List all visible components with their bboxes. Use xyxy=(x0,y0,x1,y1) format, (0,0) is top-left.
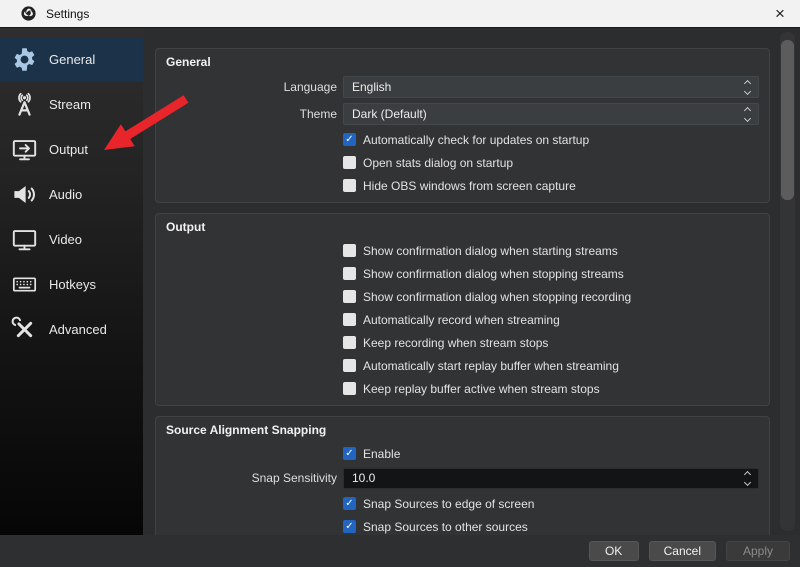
titlebar: Settings × xyxy=(0,0,800,28)
checkbox-row[interactable]: ✓ Enable xyxy=(343,445,759,462)
sidebar-item-output[interactable]: Output xyxy=(0,127,143,172)
dialog-footer: OK Cancel Apply xyxy=(0,535,800,567)
snap-sensitivity-row: Snap Sensitivity 10.0 xyxy=(166,467,759,489)
checkbox-row[interactable]: ✓ Snap Sources to edge of screen xyxy=(343,495,759,512)
sidebar-item-label: General xyxy=(49,52,95,67)
checkbox-label: Hide OBS windows from screen capture xyxy=(363,179,576,193)
output-checkbox-list: Show confirmation dialog when starting s… xyxy=(166,242,759,397)
checkbox-row[interactable]: Keep recording when stream stops xyxy=(343,334,759,351)
checkbox[interactable] xyxy=(343,382,356,395)
spinbox-spinner-icon[interactable] xyxy=(736,469,758,488)
combo-spinner-icon[interactable] xyxy=(736,104,758,124)
video-icon xyxy=(11,226,38,253)
panel-title-snapping: Source Alignment Snapping xyxy=(166,423,759,439)
sidebar-item-label: Video xyxy=(49,232,82,247)
language-row: Language English xyxy=(166,76,759,98)
checkbox[interactable]: ✓ xyxy=(343,497,356,510)
checkbox-label: Open stats dialog on startup xyxy=(363,156,513,170)
checkbox-row[interactable]: Show confirmation dialog when stopping r… xyxy=(343,288,759,305)
general-checkbox-list: ✓ Automatically check for updates on sta… xyxy=(166,131,759,194)
checkbox[interactable] xyxy=(343,156,356,169)
checkbox-label: Automatically check for updates on start… xyxy=(363,133,589,147)
window-title: Settings xyxy=(46,7,89,21)
checkbox-label: Show confirmation dialog when starting s… xyxy=(363,244,618,258)
checkbox-label: Snap Sources to other sources xyxy=(363,520,528,534)
theme-value: Dark (Default) xyxy=(344,107,736,121)
checkbox-label: Automatically record when streaming xyxy=(363,313,560,327)
sidebar-item-label: Hotkeys xyxy=(49,277,96,292)
checkbox[interactable] xyxy=(343,267,356,280)
general-panel: General Language English Theme Dark (Def… xyxy=(155,48,770,203)
checkbox-row[interactable]: Open stats dialog on startup xyxy=(343,154,759,171)
checkbox[interactable] xyxy=(343,313,356,326)
checkbox[interactable]: ✓ xyxy=(343,520,356,533)
checkbox-row[interactable]: Hide OBS windows from screen capture xyxy=(343,177,759,194)
language-select[interactable]: English xyxy=(343,76,759,98)
sidebar-item-video[interactable]: Video xyxy=(0,217,143,262)
checkbox[interactable] xyxy=(343,359,356,372)
checkbox-label: Snap Sources to edge of screen xyxy=(363,497,534,511)
theme-select[interactable]: Dark (Default) xyxy=(343,103,759,125)
checkbox-row[interactable]: ✓ Automatically check for updates on sta… xyxy=(343,131,759,148)
checkbox-label: Automatically start replay buffer when s… xyxy=(363,359,619,373)
snapping-enable-list: ✓ Enable xyxy=(166,445,759,462)
checkbox-row[interactable]: ✓ Snap Sources to other sources xyxy=(343,518,759,535)
settings-sidebar: General Stream Output Audio Video Hotkey… xyxy=(0,28,143,535)
checkbox-label: Keep replay buffer active when stream st… xyxy=(363,382,600,396)
checkbox-row[interactable]: Automatically start replay buffer when s… xyxy=(343,357,759,374)
apply-button[interactable]: Apply xyxy=(726,541,790,561)
language-value: English xyxy=(344,80,736,94)
sidebar-item-advanced[interactable]: Advanced xyxy=(0,307,143,352)
checkbox-label: Show confirmation dialog when stopping s… xyxy=(363,267,624,281)
cancel-button[interactable]: Cancel xyxy=(649,541,716,561)
checkbox-row[interactable]: Automatically record when streaming xyxy=(343,311,759,328)
snap-sensitivity-input[interactable]: 10.0 xyxy=(343,468,759,489)
snap-sensitivity-label: Snap Sensitivity xyxy=(166,471,337,485)
theme-label: Theme xyxy=(166,107,337,121)
sidebar-item-label: Advanced xyxy=(49,322,107,337)
theme-row: Theme Dark (Default) xyxy=(166,103,759,125)
settings-content: General Language English Theme Dark (Def… xyxy=(143,28,800,535)
advanced-icon xyxy=(11,316,38,343)
hotkeys-icon xyxy=(11,271,38,298)
panel-title-output: Output xyxy=(166,220,759,236)
checkbox-label: Keep recording when stream stops xyxy=(363,336,548,350)
output-panel: Output Show confirmation dialog when sta… xyxy=(155,213,770,406)
language-label: Language xyxy=(166,80,337,94)
snap-sensitivity-value: 10.0 xyxy=(344,471,736,485)
checkbox[interactable]: ✓ xyxy=(343,447,356,460)
close-icon[interactable]: × xyxy=(760,0,800,27)
sidebar-item-general[interactable]: General xyxy=(0,37,143,82)
sidebar-item-stream[interactable]: Stream xyxy=(0,82,143,127)
sidebar-item-hotkeys[interactable]: Hotkeys xyxy=(0,262,143,307)
checkbox-label: Enable xyxy=(363,447,400,461)
obs-logo-icon xyxy=(20,5,37,22)
checkbox[interactable]: ✓ xyxy=(343,133,356,146)
checkbox[interactable] xyxy=(343,244,356,257)
snapping-panel: Source Alignment Snapping ✓ Enable Snap … xyxy=(155,416,770,535)
checkbox-row[interactable]: Show confirmation dialog when starting s… xyxy=(343,242,759,259)
audio-icon xyxy=(11,181,38,208)
combo-spinner-icon[interactable] xyxy=(736,77,758,97)
checkbox-row[interactable]: Keep replay buffer active when stream st… xyxy=(343,380,759,397)
stream-icon xyxy=(11,91,38,118)
checkbox[interactable] xyxy=(343,336,356,349)
settings-window: Settings × General Stream Output Audio V… xyxy=(0,0,800,567)
sidebar-item-label: Output xyxy=(49,142,88,157)
scrollbar-thumb[interactable] xyxy=(781,40,794,200)
sidebar-item-audio[interactable]: Audio xyxy=(0,172,143,217)
panel-title-general: General xyxy=(166,55,759,71)
checkbox[interactable] xyxy=(343,179,356,192)
snapping-checkbox-list: ✓ Snap Sources to edge of screen ✓ Snap … xyxy=(166,495,759,535)
sidebar-item-label: Audio xyxy=(49,187,82,202)
gear-icon xyxy=(11,46,38,73)
sidebar-item-label: Stream xyxy=(49,97,91,112)
checkbox-row[interactable]: Show confirmation dialog when stopping s… xyxy=(343,265,759,282)
ok-button[interactable]: OK xyxy=(589,541,639,561)
checkbox[interactable] xyxy=(343,290,356,303)
output-icon xyxy=(11,136,38,163)
checkbox-label: Show confirmation dialog when stopping r… xyxy=(363,290,631,304)
